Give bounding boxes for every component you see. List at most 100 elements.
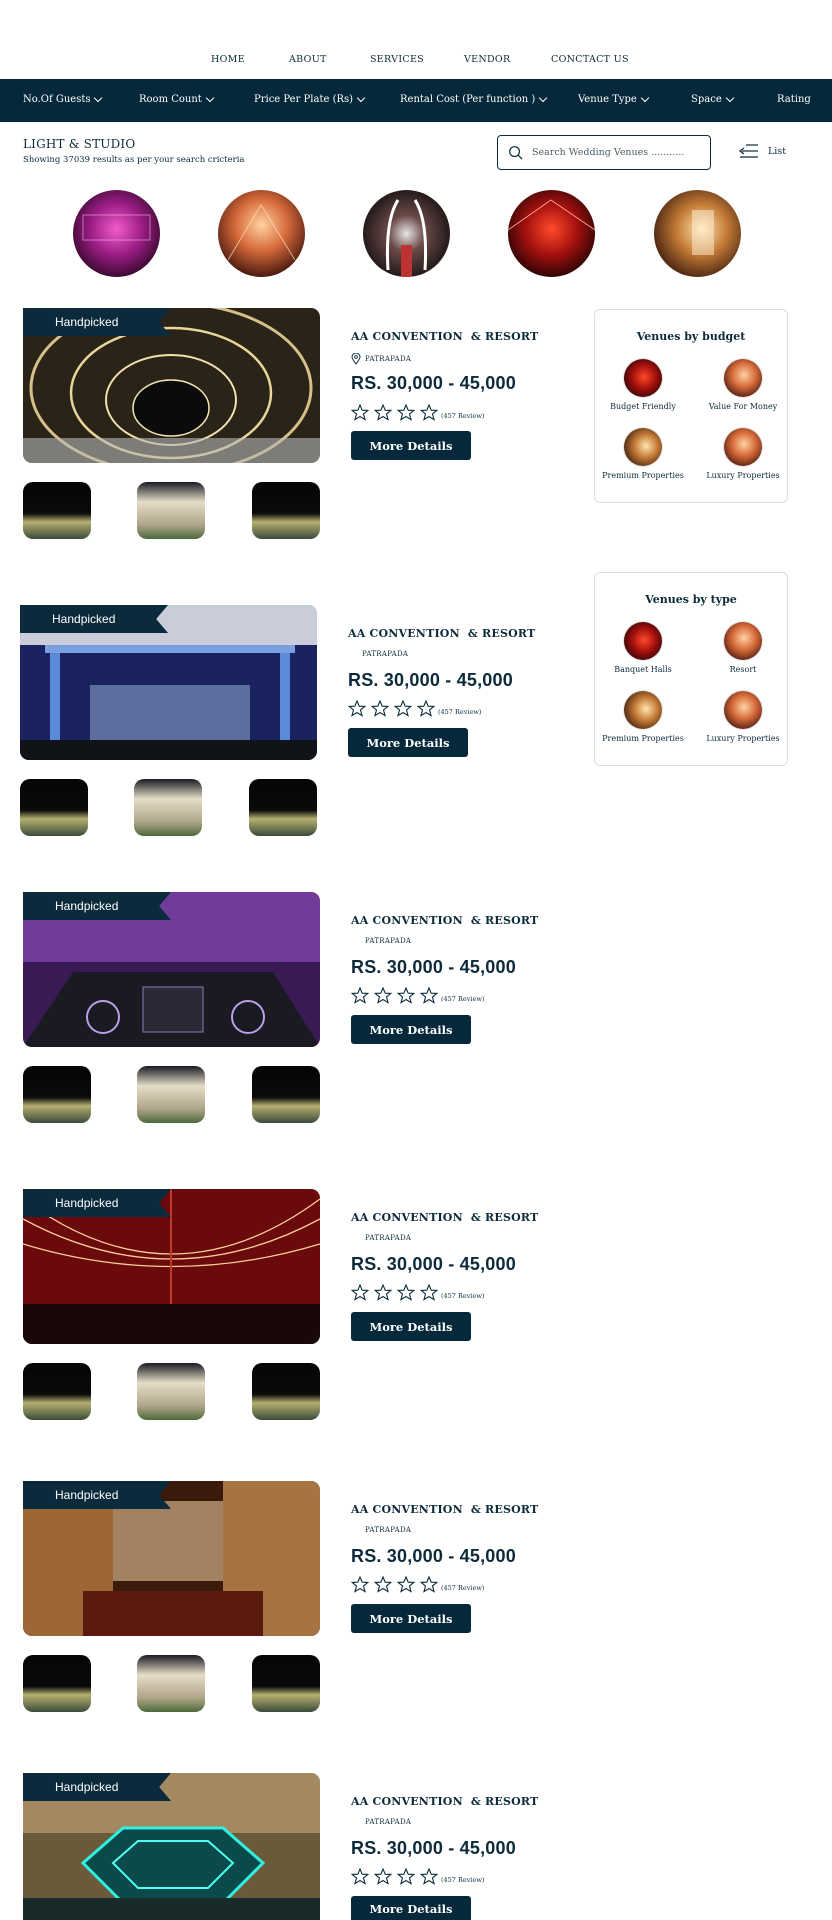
handpicked-badge: Handpicked [23, 308, 171, 336]
panel-title: Venues by budget [636, 330, 746, 343]
category-thumbnail [623, 690, 663, 730]
filter-rating[interactable]: Rating [777, 94, 811, 105]
chevron-down-icon [725, 93, 734, 102]
venue-name[interactable]: AA CONVENTION & RESORT [351, 1503, 538, 1516]
venue-thumbnail[interactable] [252, 1363, 320, 1420]
filter-guests[interactable]: No.Of Guests [23, 93, 103, 105]
filter-venue-type[interactable]: Venue Type [578, 93, 650, 105]
chevron-down-icon [356, 93, 366, 102]
nav-services[interactable]: SERVICES [370, 54, 424, 65]
nav-home[interactable]: HOME [211, 54, 245, 65]
premium-properties-option[interactable]: Premium Properties [598, 690, 688, 744]
star-rating: (457 Review) [351, 1284, 484, 1301]
star-outline-icon [417, 700, 435, 717]
chevron-down-icon [94, 93, 103, 102]
review-count[interactable]: (457 Review) [441, 1292, 484, 1300]
nav-about[interactable]: ABOUT [289, 54, 327, 65]
venue-location-text: PATRAPADA [365, 1818, 412, 1826]
nav-contact-us[interactable]: CONCTACT US [551, 54, 629, 65]
more-details-button[interactable]: More Details [351, 1015, 471, 1044]
venue-price: RS. 30,000 - 45,000 [351, 957, 516, 977]
star-outline-icon [351, 1868, 369, 1885]
banquet-halls-option[interactable]: Banquet Halls [598, 621, 688, 675]
list-view-toggle[interactable]: List [739, 143, 786, 159]
filter-rental-cost[interactable]: Rental Cost (Per function ) [400, 93, 548, 105]
venue-price: RS. 30,000 - 45,000 [351, 1254, 516, 1274]
venue-location: PATRAPADA [365, 1818, 411, 1826]
filter-label: Venue Type [578, 94, 637, 105]
venue-thumbnail[interactable] [252, 1066, 320, 1123]
category-image-light-aisle[interactable] [363, 190, 450, 277]
more-details-button[interactable]: More Details [351, 1896, 471, 1920]
venue-price: RS. 30,000 - 45,000 [351, 373, 516, 393]
filter-room-count[interactable]: Room Count [139, 93, 215, 105]
venue-thumbnail[interactable] [252, 1655, 320, 1712]
venue-thumbnail[interactable] [137, 1655, 205, 1712]
review-count[interactable]: (457 Review) [438, 708, 481, 716]
venue-price: RS. 30,000 - 45,000 [348, 670, 513, 690]
review-count[interactable]: (457 Review) [441, 995, 484, 1003]
nav-vendor[interactable]: VENDOR [464, 54, 510, 65]
venue-thumbnail[interactable] [137, 482, 205, 539]
venue-thumbnail[interactable] [134, 779, 202, 836]
venue-price: RS. 30,000 - 45,000 [351, 1546, 516, 1566]
venue-name[interactable]: AA CONVENTION & RESORT [351, 330, 538, 343]
category-image-purple-decor[interactable] [73, 190, 160, 277]
search-box[interactable]: Search Wedding Venues ........... [497, 135, 711, 170]
category-image-orange-tent[interactable] [218, 190, 305, 277]
category-thumbnail [723, 621, 763, 661]
star-outline-icon [397, 987, 415, 1004]
handpicked-badge: Handpicked [23, 892, 171, 920]
category-thumbnail [623, 621, 663, 661]
handpicked-badge: Handpicked [23, 1481, 171, 1509]
search-input[interactable]: Search Wedding Venues ........... [532, 147, 684, 158]
resort-option[interactable]: Resort [698, 621, 788, 675]
venue-thumbnail[interactable] [23, 1066, 91, 1123]
filter-label: Room Count [139, 94, 202, 105]
venue-name[interactable]: AA CONVENTION & RESORT [351, 1211, 538, 1224]
more-details-button[interactable]: More Details [351, 431, 471, 460]
venue-location: PATRAPADA [351, 353, 411, 365]
chevron-down-icon [539, 93, 548, 102]
more-details-button[interactable]: More Details [348, 728, 468, 757]
star-outline-icon [351, 1576, 369, 1593]
chevron-down-icon [640, 93, 650, 102]
venue-thumbnail[interactable] [137, 1363, 205, 1420]
venue-name[interactable]: AA CONVENTION & RESORT [351, 1795, 538, 1808]
option-label: Resort [729, 665, 757, 674]
star-outline-icon [420, 1868, 438, 1885]
venue-thumbnail[interactable] [252, 482, 320, 539]
venue-thumbnail[interactable] [20, 779, 88, 836]
value-for-money-option[interactable]: Value For Money [698, 358, 788, 412]
venue-location-text: PATRAPADA [365, 1234, 412, 1242]
filter-space[interactable]: Space [691, 93, 734, 105]
venue-thumbnail[interactable] [249, 779, 317, 836]
star-outline-icon [420, 1284, 438, 1301]
search-icon [509, 146, 523, 160]
review-count[interactable]: (457 Review) [441, 412, 484, 420]
budget-friendly-option[interactable]: Budget Friendly [598, 358, 688, 412]
option-label: Luxury Properties [706, 471, 780, 480]
review-count[interactable]: (457 Review) [441, 1584, 484, 1592]
venue-thumbnail[interactable] [23, 482, 91, 539]
more-details-button[interactable]: More Details [351, 1604, 471, 1633]
star-outline-icon [420, 987, 438, 1004]
category-image-golden-curtain[interactable] [654, 190, 741, 277]
venues-by-type-panel: Venues by type Banquet Halls Resort Prem… [594, 572, 788, 766]
star-outline-icon [397, 1576, 415, 1593]
luxury-properties-option[interactable]: Luxury Properties [698, 427, 788, 481]
location-pin-icon [351, 353, 361, 365]
category-image-red-canopy[interactable] [508, 190, 595, 277]
luxury-properties-option[interactable]: Luxury Properties [698, 690, 788, 744]
filter-price-per-plate[interactable]: Price Per Plate (Rs) [254, 93, 366, 105]
more-details-button[interactable]: More Details [351, 1312, 471, 1341]
option-label: Value For Money [708, 402, 778, 411]
star-outline-icon [371, 700, 389, 717]
review-count[interactable]: (457 Review) [441, 1876, 484, 1884]
venue-name[interactable]: AA CONVENTION & RESORT [348, 627, 535, 640]
premium-properties-option[interactable]: Premium Properties [598, 427, 688, 481]
venue-thumbnail[interactable] [23, 1655, 91, 1712]
venue-thumbnail[interactable] [137, 1066, 205, 1123]
venue-name[interactable]: AA CONVENTION & RESORT [351, 914, 538, 927]
venue-thumbnail[interactable] [23, 1363, 91, 1420]
